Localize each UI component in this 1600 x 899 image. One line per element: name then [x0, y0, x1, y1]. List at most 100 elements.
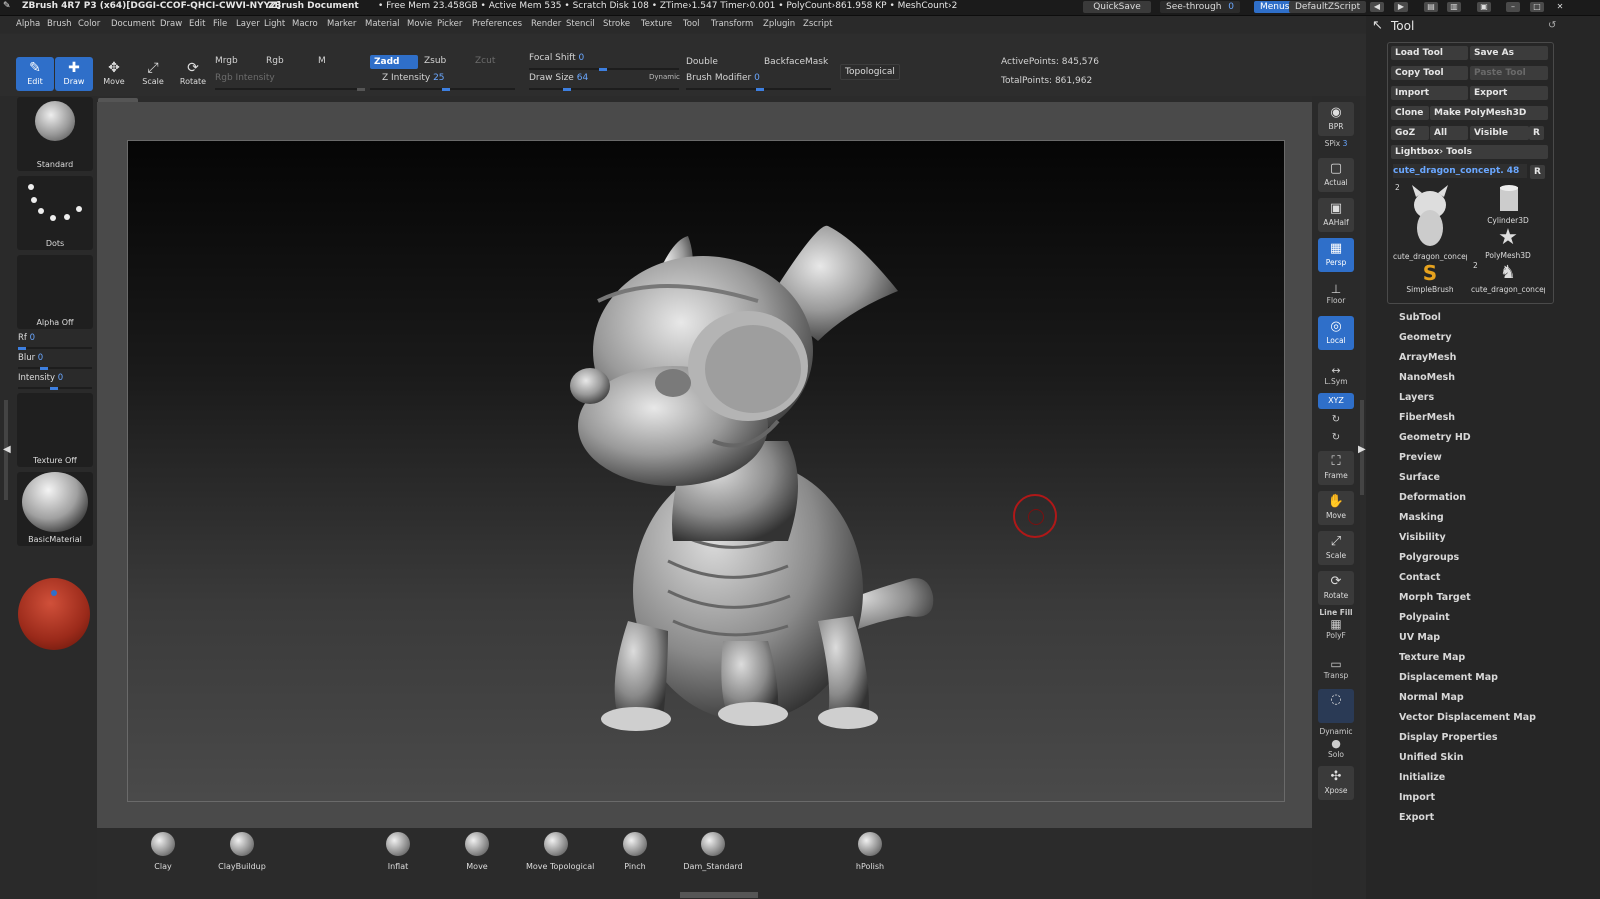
menu-render[interactable]: Render [531, 19, 561, 29]
section-unified-skin[interactable]: Unified Skin [1399, 752, 1464, 763]
collapse-left-icon[interactable]: ◀ [3, 444, 11, 455]
menu-material[interactable]: Material [365, 19, 400, 29]
export-button[interactable]: Export [1470, 86, 1548, 100]
brush-hpolish[interactable]: hPolish [840, 832, 900, 871]
zcut-toggle[interactable]: Zcut [475, 56, 495, 66]
close-icon[interactable]: ✕ [1553, 2, 1567, 12]
spix-slider[interactable]: SPix 3 [1314, 139, 1358, 148]
rgb-intensity-track[interactable] [215, 88, 365, 91]
brush-clay[interactable]: Clay [133, 832, 193, 871]
goz-all-button[interactable]: All [1430, 126, 1468, 140]
rgb-intensity-slider[interactable]: Rgb Intensity [215, 73, 275, 83]
local-button[interactable]: ◎ Local [1318, 316, 1354, 350]
persp-button[interactable]: ▦ Persp [1318, 238, 1354, 272]
menu-color[interactable]: Color [78, 19, 100, 29]
rotate-mode-button[interactable]: ⟳ Rotate [174, 57, 212, 91]
current-tool-slider[interactable]: cute_dragon_concept. 48 [1393, 164, 1527, 178]
dragon-model[interactable] [128, 141, 1284, 801]
ghost-button[interactable]: ◌ [1318, 689, 1354, 723]
topological-toggle[interactable]: Topological [840, 64, 900, 80]
focal-shift-slider[interactable]: Focal Shift 0 [529, 53, 584, 63]
load-tool-button[interactable]: Load Tool [1391, 46, 1468, 60]
lightbox-tools-button[interactable]: Lightbox› Tools [1391, 145, 1548, 159]
palette-reset-icon[interactable]: ↺ [1548, 20, 1556, 31]
move-view-button[interactable]: ✋ Move [1318, 491, 1354, 525]
dynamic-draw-size-toggle[interactable]: Dynamic [649, 73, 680, 81]
z-intensity-track[interactable] [370, 88, 515, 91]
focal-shift-track[interactable] [529, 68, 679, 71]
brush-thumbnail[interactable]: Standard [17, 97, 93, 171]
menu-texture[interactable]: Texture [641, 19, 672, 29]
menu-transform[interactable]: Transform [711, 19, 753, 29]
paste-tool-button[interactable]: Paste Tool [1470, 66, 1548, 80]
menu-tool[interactable]: Tool [683, 19, 700, 29]
draw-size-track[interactable] [529, 88, 679, 91]
menu-alpha[interactable]: Alpha [16, 19, 40, 29]
menu-document[interactable]: Document [111, 19, 155, 29]
menu-draw[interactable]: Draw [160, 19, 182, 29]
bpr-button[interactable]: ◉ BPR [1318, 102, 1354, 136]
color-picker[interactable] [18, 578, 90, 650]
menu-light[interactable]: Light [264, 19, 285, 29]
make-polymesh3d-button[interactable]: Make PolyMesh3D [1430, 106, 1548, 120]
polyf-button[interactable]: ▦ PolyF [1314, 617, 1358, 640]
section-masking[interactable]: Masking [1399, 512, 1444, 523]
aahalf-button[interactable]: ▣ AAHalf [1318, 198, 1354, 232]
lsym-button[interactable]: ↔ L.Sym [1314, 364, 1358, 386]
section-uv-map[interactable]: UV Map [1399, 632, 1440, 643]
menu-stroke[interactable]: Stroke [603, 19, 630, 29]
menu-brush[interactable]: Brush [47, 19, 72, 29]
goz-button[interactable]: GoZ [1391, 126, 1429, 140]
default-zscript-button[interactable]: DefaultZScript [1289, 1, 1367, 13]
draw-mode-button[interactable]: ✚ Draw [55, 57, 93, 91]
brush-inflat[interactable]: Inflat [368, 832, 428, 871]
rf-slider[interactable]: Rf 0 [18, 333, 35, 343]
section-initialize[interactable]: Initialize [1399, 772, 1445, 783]
section-vector-displacement-map[interactable]: Vector Displacement Map [1399, 712, 1536, 723]
ui-layout-2-icon[interactable]: ▥ [1447, 2, 1461, 12]
menu-marker[interactable]: Marker [327, 19, 356, 29]
see-through-slider[interactable]: See-through 0 [1160, 1, 1241, 13]
section-polypaint[interactable]: Polypaint [1399, 612, 1450, 623]
viewport-canvas[interactable] [127, 140, 1285, 802]
xpose-button[interactable]: ✣ Xpose [1318, 766, 1354, 800]
zsub-toggle[interactable]: Zsub [424, 56, 446, 66]
menu-zplugin[interactable]: Zplugin [763, 19, 795, 29]
color-picker-handle[interactable] [51, 590, 57, 596]
lock-icon[interactable]: ▣ [1477, 2, 1491, 12]
menu-preferences[interactable]: Preferences [472, 19, 522, 29]
rotate-view-button[interactable]: ⟳ Rotate [1318, 571, 1354, 605]
frame-button[interactable]: ⛶ Frame [1318, 451, 1354, 485]
section-deformation[interactable]: Deformation [1399, 492, 1466, 503]
menu-layer[interactable]: Layer [236, 19, 260, 29]
minimize-icon[interactable]: – [1506, 2, 1520, 12]
maximize-icon[interactable]: □ [1530, 2, 1544, 12]
goz-r-button[interactable]: R [1529, 126, 1544, 140]
tool-thumb-cute-dragon-2[interactable]: 2 ♞ cute_dragon_concep [1471, 261, 1545, 294]
layout-prev-icon[interactable]: ◀ [1370, 2, 1384, 12]
zadd-toggle[interactable]: Zadd [370, 55, 418, 69]
actual-button[interactable]: ▢ Actual [1318, 158, 1354, 192]
tool-thumb-polymesh3d[interactable]: ★ PolyMesh3D [1471, 225, 1545, 260]
draw-size-slider[interactable]: Draw Size 64 [529, 73, 588, 83]
section-polygroups[interactable]: Polygroups [1399, 552, 1459, 563]
blur-track[interactable] [18, 367, 92, 370]
double-toggle[interactable]: Double [686, 57, 718, 67]
quicksave-button[interactable]: QuickSave [1083, 1, 1151, 13]
section-nanomesh[interactable]: NanoMesh [1399, 372, 1455, 383]
section-fibermesh[interactable]: FiberMesh [1399, 412, 1455, 423]
copy-tool-button[interactable]: Copy Tool [1391, 66, 1468, 80]
intensity-track[interactable] [18, 387, 92, 390]
rotate-axis-z-icon[interactable]: ↻ [1314, 432, 1358, 443]
scale-mode-button[interactable]: ⤢ Scale [134, 57, 172, 91]
xyz-button[interactable]: XYZ [1318, 393, 1354, 409]
tool-thumb-simplebrush[interactable]: S SimpleBrush [1393, 261, 1467, 294]
brush-modifier-slider[interactable]: Brush Modifier 0 [686, 73, 760, 83]
rgb-toggle[interactable]: Rgb [266, 56, 284, 66]
section-import[interactable]: Import [1399, 792, 1435, 803]
m-toggle[interactable]: M [318, 56, 326, 66]
section-contact[interactable]: Contact [1399, 572, 1440, 583]
section-subtool[interactable]: SubTool [1399, 312, 1441, 323]
section-surface[interactable]: Surface [1399, 472, 1440, 483]
section-preview[interactable]: Preview [1399, 452, 1442, 463]
